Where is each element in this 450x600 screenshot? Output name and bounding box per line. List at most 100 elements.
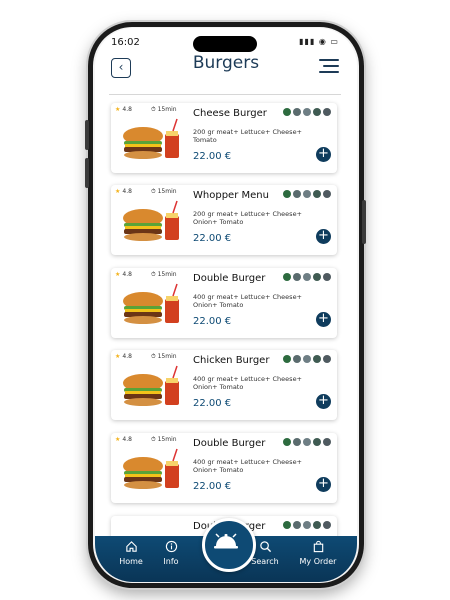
star-icon: ★ <box>115 271 121 278</box>
allergen-badge-icon <box>313 438 321 446</box>
allergen-badge-icon <box>283 355 291 363</box>
allergen-badges <box>283 190 331 198</box>
rating: ★ 4.8 <box>115 353 132 360</box>
allergen-badge-icon <box>323 190 331 198</box>
item-description: 400 gr meat+ Lettuce+ Cheese+ Onion+ Tom… <box>193 458 303 474</box>
nav-info[interactable]: Info <box>151 540 191 566</box>
allergen-badges <box>283 108 331 116</box>
add-to-cart-button[interactable]: + <box>316 147 331 162</box>
allergen-badge-icon <box>293 438 301 446</box>
rating: ★ 4.8 <box>115 106 132 113</box>
allergen-badge-icon <box>303 438 311 446</box>
clock-icon: ⏱ <box>151 106 158 113</box>
add-to-cart-button[interactable]: + <box>316 312 331 327</box>
menu-item-card[interactable]: ★ 4.8 ⏱ 15min Double Burger 400 gr meat+ Let… <box>111 268 337 338</box>
nav-home-label: Home <box>119 557 143 566</box>
prep-time: ⏱ 15min <box>151 188 177 196</box>
item-name: Cheese Burger <box>193 108 267 119</box>
rating: ★ 4.8 <box>115 188 132 195</box>
star-icon: ★ <box>115 436 121 443</box>
allergen-badge-icon <box>313 355 321 363</box>
item-name: Whopper Menu <box>193 190 269 201</box>
shopping-bag-icon <box>293 540 343 556</box>
rating: ★ 4.8 <box>115 271 132 278</box>
star-icon: ★ <box>115 188 121 195</box>
burger-image <box>123 200 179 241</box>
item-price: 22.00 € <box>193 398 232 409</box>
rating-value: 4.8 <box>122 106 132 113</box>
rating-value: 4.8 <box>122 353 132 360</box>
allergen-badge-icon <box>313 273 321 281</box>
prep-time-value: 15min <box>157 188 177 195</box>
prep-time: ⏱ 15min <box>151 271 177 279</box>
allergen-badge-icon <box>303 190 311 198</box>
burger-image <box>123 118 179 159</box>
item-name: Chicken Burger <box>193 355 270 366</box>
burger-image <box>123 283 179 324</box>
allergen-badge-icon <box>303 108 311 116</box>
allergen-badge-icon <box>313 190 321 198</box>
service-bell-icon <box>214 533 238 549</box>
allergen-badge-icon <box>323 108 331 116</box>
menu-item-card[interactable]: ★ 4.8 ⏱ 15min Double Burger 400 gr meat+ Let… <box>111 433 337 503</box>
clock-icon: ⏱ <box>151 188 158 195</box>
item-description: 400 gr meat+ Lettuce+ Cheese+ Onion+ Tom… <box>193 293 303 309</box>
nav-my-order-label: My Order <box>299 557 337 566</box>
rating-value: 4.8 <box>122 188 132 195</box>
rating-value: 4.8 <box>122 436 132 443</box>
item-description: 400 gr meat+ Lettuce+ Cheese+ Onion+ Tom… <box>193 375 303 391</box>
prep-time: ⏱ 15min <box>151 106 177 114</box>
allergen-badge-icon <box>303 273 311 281</box>
power-button <box>362 200 366 244</box>
item-description: 200 gr meat+ Lettuce+ Cheese+ Tomato <box>193 128 303 144</box>
screen: 16:02 ▮▮▮ ◉ ▭ ‹ Burgers ★ 4.8 ⏱ 15min Chees… <box>95 28 357 582</box>
allergen-badge-icon <box>313 108 321 116</box>
prep-time-value: 15min <box>157 271 177 278</box>
allergen-badge-icon <box>323 438 331 446</box>
menu-item-card[interactable]: ★ 4.8 ⏱ 15min Chicken Burger 400 gr meat+ Le… <box>111 350 337 420</box>
nav-my-order[interactable]: My Order <box>293 540 343 566</box>
allergen-badge-icon <box>303 521 311 529</box>
allergen-badges <box>283 355 331 363</box>
allergen-badge-icon <box>283 521 291 529</box>
info-icon <box>151 540 191 556</box>
star-icon: ★ <box>115 106 121 113</box>
item-price: 22.00 € <box>193 151 232 162</box>
prep-time: ⏱ 15min <box>151 353 177 361</box>
allergen-badge-icon <box>293 355 301 363</box>
service-bell-button[interactable] <box>202 518 256 572</box>
item-price: 22.00 € <box>193 481 232 492</box>
allergen-badges <box>283 273 331 281</box>
menu-list: ★ 4.8 ⏱ 15min Cheese Burger 200 gr meat+ Let… <box>95 28 357 582</box>
menu-item-card[interactable]: ★ 4.8 ⏱ 15min Whopper Menu 200 gr meat+ Lett… <box>111 185 337 255</box>
allergen-badge-icon <box>283 108 291 116</box>
allergen-badge-icon <box>303 355 311 363</box>
allergen-badge-icon <box>293 521 301 529</box>
volume-down-button <box>85 158 89 188</box>
allergen-badge-icon <box>283 190 291 198</box>
volume-up-button <box>85 120 89 150</box>
add-to-cart-button[interactable]: + <box>316 229 331 244</box>
clock-icon: ⏱ <box>151 271 158 278</box>
allergen-badge-icon <box>323 273 331 281</box>
clock-icon: ⏱ <box>151 353 158 360</box>
nav-home[interactable]: Home <box>111 540 151 566</box>
star-icon: ★ <box>115 353 121 360</box>
burger-image <box>123 448 179 489</box>
add-to-cart-button[interactable]: + <box>316 394 331 409</box>
burger-image <box>123 365 179 406</box>
allergen-badge-icon <box>293 190 301 198</box>
allergen-badges <box>283 438 331 446</box>
item-name: Double Burger <box>193 273 266 284</box>
nav-info-label: Info <box>163 557 179 566</box>
menu-item-card[interactable]: ★ 4.8 ⏱ 15min Cheese Burger 200 gr meat+ Let… <box>111 103 337 173</box>
prep-time-value: 15min <box>157 353 177 360</box>
allergen-badges <box>283 521 331 529</box>
clock-icon: ⏱ <box>151 436 158 443</box>
allergen-badge-icon <box>283 273 291 281</box>
allergen-badge-icon <box>323 521 331 529</box>
rating: ★ 4.8 <box>115 436 132 443</box>
allergen-badge-icon <box>313 521 321 529</box>
add-to-cart-button[interactable]: + <box>316 477 331 492</box>
prep-time: ⏱ 15min <box>151 436 177 444</box>
